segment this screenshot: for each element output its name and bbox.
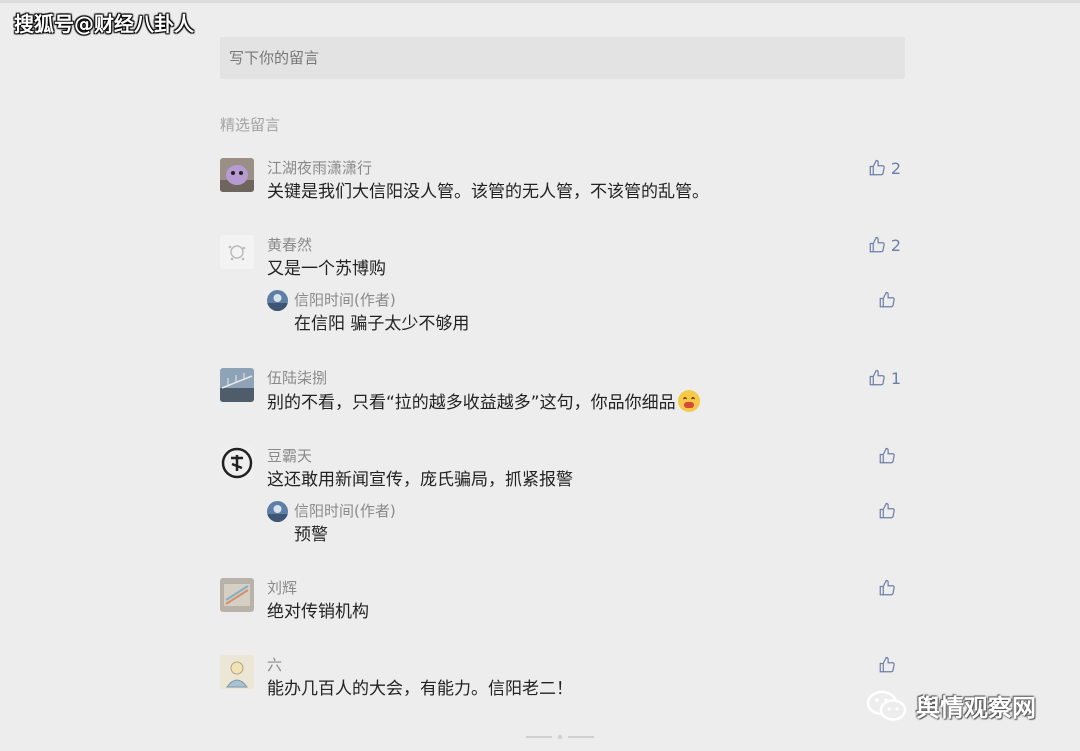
yuqing-watermark: 舆情观察网 xyxy=(866,688,1036,723)
commenter-name[interactable]: 江湖夜雨潇潇行 xyxy=(267,158,372,178)
comment-text: 又是一个苏博购 xyxy=(267,259,386,279)
avatar[interactable] xyxy=(220,158,254,192)
reply-like-button[interactable] xyxy=(878,501,901,521)
avatar[interactable] xyxy=(220,578,254,612)
comment-item: 黄春然 又是一个苏博购 2 信阳时间(作者) 在信阳 骗子太少不够用 xyxy=(220,235,905,335)
comment-input[interactable]: 写下你的留言 xyxy=(220,37,905,79)
thumbs-up-icon xyxy=(879,656,895,673)
thumbs-up-icon xyxy=(879,447,895,464)
thumbs-up-icon xyxy=(879,291,895,308)
thumbs-up-icon xyxy=(879,579,895,596)
comment-text: 别的不看，只看“拉的越多收益越多”这句，你品你细品 xyxy=(267,390,700,415)
commenter-name[interactable]: 黄春然 xyxy=(267,235,312,255)
avatar[interactable] xyxy=(220,446,254,480)
avatar[interactable] xyxy=(220,655,254,689)
author-name[interactable]: 信阳时间(作者) xyxy=(294,501,396,521)
like-button[interactable]: 2 xyxy=(868,235,901,255)
commenter-name[interactable]: 伍陆柒捌 xyxy=(267,368,327,388)
avatar[interactable] xyxy=(220,235,254,269)
wechat-logo-icon xyxy=(866,690,907,721)
comment-text: 能办几百人的大会，有能力。信阳老二！ xyxy=(267,679,573,699)
reply-text: 预警 xyxy=(294,525,328,545)
like-count: 1 xyxy=(890,368,901,388)
reply-text: 在信阳 骗子太少不够用 xyxy=(294,314,470,334)
comment-item: 江湖夜雨潇潇行 关键是我们大信阳没人管。该管的无人管，不该管的乱管。 2 xyxy=(220,158,905,206)
author-reply: 信阳时间(作者) 预警 xyxy=(267,501,905,547)
author-name[interactable]: 信阳时间(作者) xyxy=(294,290,396,310)
author-avatar[interactable] xyxy=(267,501,288,522)
avatar[interactable] xyxy=(220,368,254,402)
like-button[interactable] xyxy=(878,655,901,675)
section-title: 精选留言 xyxy=(220,116,281,134)
reply-like-button[interactable] xyxy=(878,290,901,310)
comment-item: 伍陆柒捌 别的不看，只看“拉的越多收益越多”这句，你品你细品 1 xyxy=(220,368,905,416)
comment-text-content: 别的不看，只看“拉的越多收益越多”这句，你品你细品 xyxy=(267,393,676,413)
like-button[interactable] xyxy=(878,578,901,598)
comment-item: 豆霸天 这还敢用新闻宣传，庞氏骗局，抓紧报警 信阳时间(作者) 预警 xyxy=(220,446,905,546)
like-count: 2 xyxy=(890,158,901,178)
like-button[interactable]: 1 xyxy=(868,368,901,388)
scroll-indicator xyxy=(526,735,594,739)
thumbs-up-icon xyxy=(869,236,885,253)
sohu-watermark: 搜狐号@财经八卦人 xyxy=(14,12,194,36)
comment-text: 绝对传销机构 xyxy=(267,602,369,622)
commenter-name[interactable]: 刘辉 xyxy=(267,578,297,598)
comment-item: 六 能办几百人的大会，有能力。信阳老二！ xyxy=(220,655,905,703)
top-divider xyxy=(0,0,1080,3)
commenter-name[interactable]: 六 xyxy=(267,655,282,675)
commenter-name[interactable]: 豆霸天 xyxy=(267,446,312,466)
comment-item: 刘辉 绝对传销机构 xyxy=(220,578,905,626)
like-count: 2 xyxy=(890,235,901,255)
author-avatar[interactable] xyxy=(267,290,288,311)
author-reply: 信阳时间(作者) 在信阳 骗子太少不够用 xyxy=(267,290,905,336)
like-button[interactable]: 2 xyxy=(868,158,901,178)
comment-text: 这还敢用新闻宣传，庞氏骗局，抓紧报警 xyxy=(267,470,573,490)
grimace-emoji-icon xyxy=(677,390,700,412)
thumbs-up-icon xyxy=(869,159,885,176)
watermark-text: 舆情观察网 xyxy=(916,694,1036,722)
comment-text: 关键是我们大信阳没人管。该管的无人管，不该管的乱管。 xyxy=(267,182,709,202)
like-button[interactable] xyxy=(878,446,901,466)
thumbs-up-icon xyxy=(869,369,885,386)
thumbs-up-icon xyxy=(879,502,895,519)
